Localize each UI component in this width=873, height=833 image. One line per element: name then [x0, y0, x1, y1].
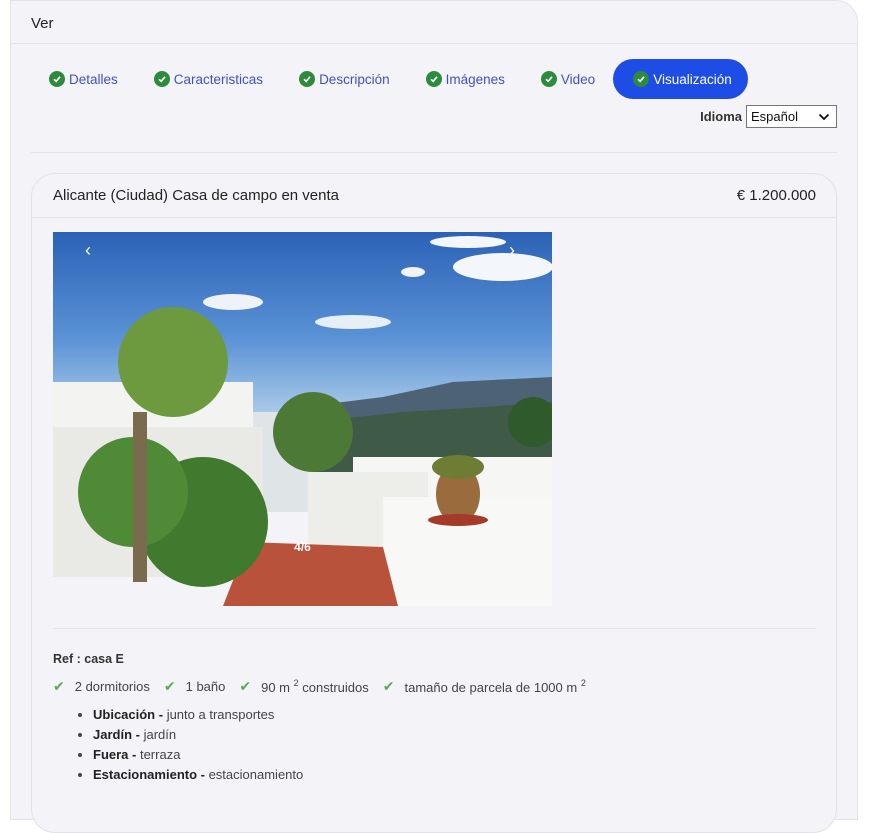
reference-label: Ref : [53, 652, 85, 666]
image-gallery[interactable]: ‹ › 4/6 [53, 232, 552, 606]
language-selected: Español [751, 109, 798, 124]
feature-bathrooms: ✔ 1 baño [164, 678, 226, 695]
check-circle-icon [153, 71, 170, 87]
language-label: Idioma [700, 109, 742, 124]
feature-text: 1 baño [185, 679, 226, 694]
divider [31, 152, 837, 153]
feature-bedrooms: ✔ 2 dormitorios [53, 678, 150, 695]
property-card: Alicante (Ciudad) Casa de campo en venta… [31, 173, 837, 833]
chevron-down-icon [818, 109, 830, 124]
tab-label: Imágenes [445, 71, 505, 87]
property-price: € 1.200.000 [736, 187, 816, 204]
tab-imagenes[interactable]: Imágenes [408, 59, 523, 99]
feature-plot-size: ✔ tamaño de parcela de 1000 m 2 [383, 678, 586, 695]
detail-list: Ubicación - junto a transportes Jardín -… [69, 706, 303, 786]
language-selector-row: Idioma Español [700, 105, 837, 128]
main-panel: Ver Detalles Caracteristicas Descripción… [10, 0, 858, 833]
tab-label: Caracteristicas [173, 71, 264, 87]
reference: Ref : casa E [53, 652, 124, 666]
tab-label: Video [560, 71, 596, 87]
language-select[interactable]: Español [746, 105, 837, 128]
check-circle-icon [49, 71, 65, 87]
tab-visualizacion[interactable]: Visualización [613, 59, 748, 99]
feature-text: 90 m 2 construidos [261, 678, 369, 695]
check-icon: ✔ [163, 678, 176, 694]
chevron-right-icon[interactable]: › [509, 240, 515, 261]
feature-text: 2 dormitorios [74, 679, 150, 694]
tab-detalles[interactable]: Detalles [31, 59, 136, 99]
check-icon: ✔ [382, 678, 395, 694]
tab-label: Detalles [69, 71, 118, 87]
check-circle-icon [299, 71, 316, 87]
list-item: Estacionamiento - estacionamiento [93, 766, 303, 786]
list-item: Jardín - jardín [93, 726, 303, 746]
feature-text: tamaño de parcela de 1000 m 2 [404, 678, 586, 695]
tab-bar: Detalles Caracteristicas Descripción Imá… [31, 59, 748, 99]
check-circle-icon [633, 71, 650, 87]
check-icon: ✔ [239, 678, 252, 694]
property-title: Alicante (Ciudad) Casa de campo en venta [53, 187, 339, 204]
chevron-left-icon[interactable]: ‹ [85, 240, 91, 261]
check-circle-icon [425, 71, 442, 87]
feature-list: ✔ 2 dormitorios ✔ 1 baño ✔ 90 m 2 constr… [53, 678, 600, 695]
divider [53, 628, 816, 629]
page-title: Ver [11, 1, 857, 44]
feature-built-area: ✔ 90 m 2 construidos [239, 678, 368, 695]
tab-label: Descripción [319, 71, 390, 87]
tab-caracteristicas[interactable]: Caracteristicas [136, 59, 281, 99]
tab-descripcion[interactable]: Descripción [281, 59, 408, 99]
list-item: Fuera - terraza [93, 746, 303, 766]
property-header: Alicante (Ciudad) Casa de campo en venta… [32, 174, 836, 218]
tab-video[interactable]: Video [523, 59, 613, 99]
tab-label: Visualización [653, 71, 732, 87]
image-counter: 4/6 [294, 540, 311, 554]
list-item: Ubicación - junto a transportes [93, 706, 303, 726]
check-circle-icon [540, 71, 557, 87]
check-icon: ✔ [53, 678, 65, 694]
reference-value: casa E [84, 652, 124, 666]
